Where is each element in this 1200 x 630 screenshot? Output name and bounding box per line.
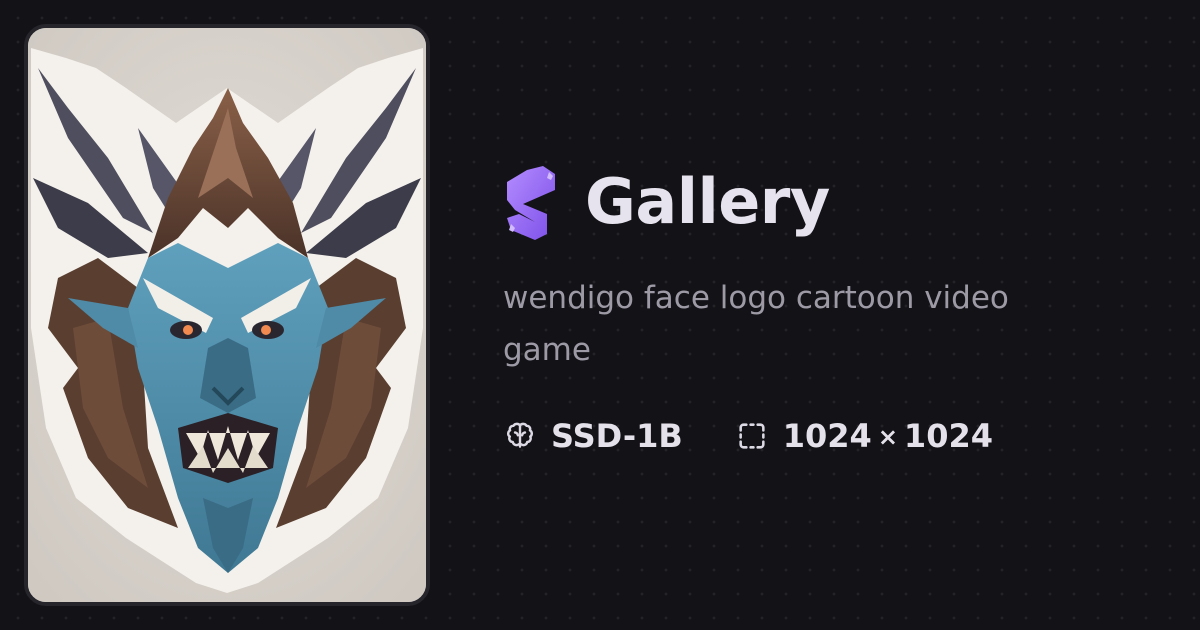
model-info: SSD-1B: [503, 417, 683, 455]
dashed-square-icon: [739, 423, 765, 449]
times-sign: ×: [877, 423, 898, 451]
brain-icon: [506, 422, 534, 448]
size-info: 1024 × 1024: [735, 417, 993, 455]
model-name: SSD-1B: [551, 417, 683, 455]
page-title: Gallery: [585, 165, 830, 238]
prompt-text: wendigo face logo cartoon video game: [503, 280, 1009, 368]
image-height: 1024: [903, 417, 993, 455]
image-meta: SSD-1B 1024 × 1024: [503, 412, 1045, 460]
wendigo-artwork: [28, 28, 426, 602]
image-dimensions: 1024 × 1024: [783, 417, 993, 455]
stylized-s-logo-icon: [507, 166, 555, 240]
image-width: 1024: [782, 417, 872, 455]
brand-header: Gallery: [503, 160, 830, 244]
image-card[interactable]: [24, 24, 430, 606]
